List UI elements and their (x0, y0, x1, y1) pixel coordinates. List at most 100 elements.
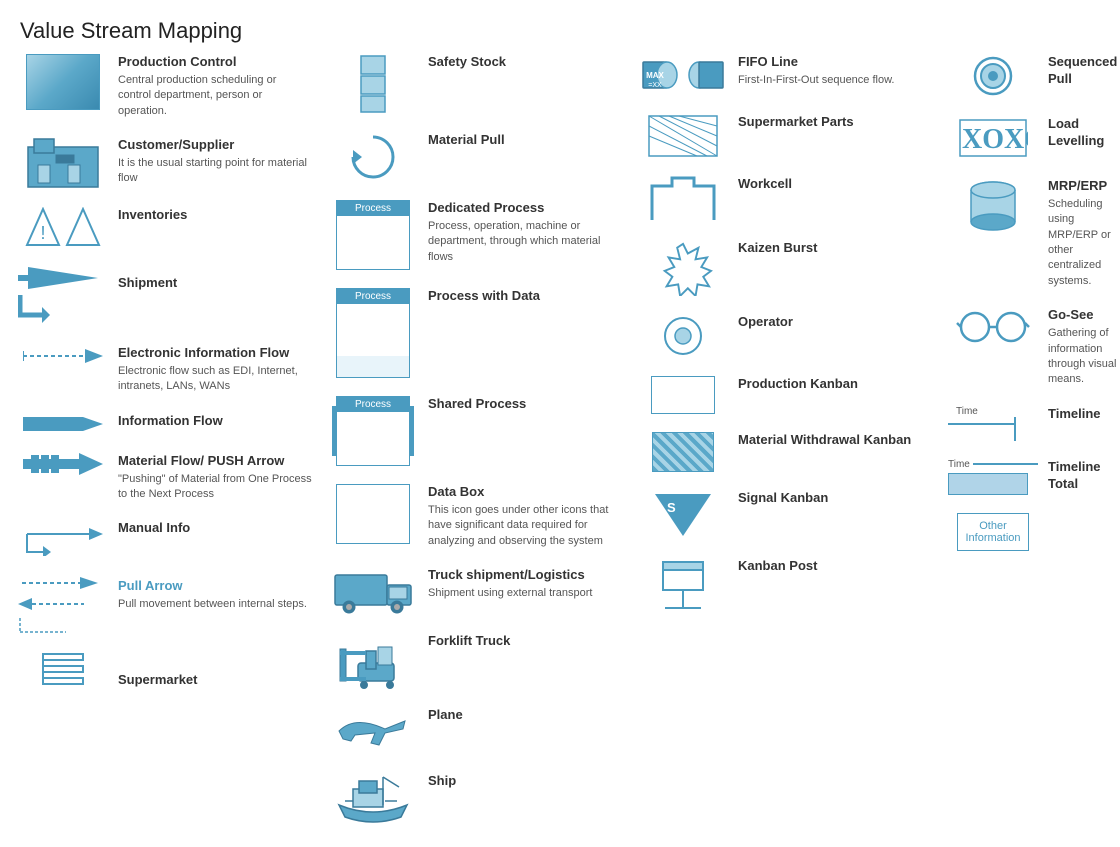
item-material-flow-push: Material Flow/ PUSH Arrow "Pushing" of M… (18, 453, 312, 503)
item-kanban-post: Kanban Post (638, 558, 932, 610)
operator-label: Operator (738, 314, 932, 331)
inventories-icon: ! (18, 207, 108, 249)
material-withdrawal-icon (638, 432, 728, 472)
shared-process-label: Shared Process (428, 396, 622, 413)
page-title: Value Stream Mapping (0, 0, 1120, 54)
timeline-icon: Time (948, 406, 1038, 441)
material-pull-icon (328, 132, 418, 182)
mrp-erp-icon (948, 178, 1038, 234)
item-plane: Plane (328, 707, 622, 755)
ship-icon (328, 773, 418, 829)
process-data-label: Process with Data (428, 288, 622, 305)
go-see-label: Go-See (1048, 307, 1120, 324)
electronic-info-desc: Electronic flow such as EDI, Internet, i… (118, 364, 312, 395)
go-see-icon (948, 307, 1038, 345)
forklift-label: Forklift Truck (428, 633, 622, 650)
truck-label: Truck shipment/Logistics (428, 567, 622, 584)
plane-label: Plane (428, 707, 622, 724)
dedicated-process-label: Dedicated Process (428, 200, 622, 217)
truck-desc: Shipment using external transport (428, 586, 622, 601)
workcell-icon (638, 176, 728, 222)
sequenced-pull-label: Sequenced Pull (1048, 54, 1120, 88)
material-pull-label: Material Pull (428, 132, 622, 149)
electronic-info-label: Electronic Information Flow (118, 345, 312, 362)
safety-stock-icon (328, 54, 418, 114)
item-go-see: Go-See Gathering of information through … (948, 307, 1120, 387)
manual-info-icon (18, 520, 108, 556)
item-signal-kanban: S Signal Kanban (638, 490, 932, 540)
shipment-label: Shipment (118, 275, 312, 292)
information-flow-icon (18, 413, 108, 435)
electronic-info-icon (18, 345, 108, 367)
item-ship: Ship (328, 773, 622, 829)
item-load-levelling: XOXO Load Levelling (948, 116, 1120, 160)
data-box-icon (328, 484, 418, 544)
item-manual-info: Manual Info (18, 520, 312, 556)
customer-supplier-label: Customer/Supplier (118, 137, 312, 154)
item-material-withdrawal: Material Withdrawal Kanban (638, 432, 932, 472)
pull-arrow-icon (18, 574, 108, 634)
information-flow-label: Information Flow (118, 413, 312, 430)
item-kaizen-burst: Kaizen Burst (638, 240, 932, 296)
production-control-icon (18, 54, 108, 110)
item-information-flow: Information Flow (18, 413, 312, 435)
item-material-pull: Material Pull (328, 132, 622, 182)
svg-text:MAX: MAX (646, 71, 664, 80)
item-truck-shipment: Truck shipment/Logistics Shipment using … (328, 567, 622, 615)
timeline-total-label: Timeline Total (1048, 459, 1120, 493)
inventories-label: Inventories (118, 207, 312, 224)
other-info-box: Other Information (957, 513, 1029, 551)
kanban-post-icon (638, 558, 728, 610)
signal-kanban-icon: S (638, 490, 728, 540)
pull-arrow-label: Pull Arrow (118, 578, 312, 595)
item-data-box: Data Box This icon goes under other icon… (328, 484, 622, 549)
load-levelling-label: Load Levelling (1048, 116, 1120, 150)
item-forklift: Forklift Truck (328, 633, 622, 689)
item-production-kanban: Production Kanban (638, 376, 932, 414)
item-workcell: Workcell (638, 176, 932, 222)
material-flow-push-label: Material Flow/ PUSH Arrow (118, 453, 312, 470)
manual-info-label: Manual Info (118, 520, 312, 537)
item-operator: Operator (638, 314, 932, 358)
column-3: MAX =XX FIFO Line First-In-First-Out seq… (630, 54, 940, 847)
supermarket-parts-label: Supermarket Parts (738, 114, 932, 131)
truck-icon (328, 567, 418, 615)
mrp-erp-label: MRP/ERP (1048, 178, 1120, 195)
item-timeline: Time Timeline (948, 406, 1120, 441)
customer-supplier-icon (18, 137, 108, 189)
data-box-desc: This icon goes under other icons that ha… (428, 503, 622, 549)
kanban-post-label: Kanban Post (738, 558, 932, 575)
item-shared-process: Process Shared Process (328, 396, 622, 466)
ship-label: Ship (428, 773, 622, 790)
item-timeline-total: Time Timeline Total (948, 459, 1120, 495)
forklift-icon (328, 633, 418, 689)
fifo-icon: MAX =XX (638, 54, 728, 96)
production-control-label: Production Control (118, 54, 312, 71)
material-flow-push-icon (18, 453, 108, 475)
kaizen-burst-label: Kaizen Burst (738, 240, 932, 257)
item-customer-supplier: Customer/Supplier It is the usual starti… (18, 137, 312, 189)
item-electronic-info: Electronic Information Flow Electronic f… (18, 345, 312, 395)
go-see-desc: Gathering of information through visual … (1048, 326, 1120, 388)
column-1: Production Control Central production sc… (10, 54, 320, 847)
item-pull-arrow: Pull Arrow Pull movement between interna… (18, 574, 312, 634)
production-control-desc: Central production scheduling or control… (118, 73, 312, 119)
svg-text:=XX: =XX (648, 82, 662, 89)
item-mrp-erp: MRP/ERP Scheduling using MRP/ERP or othe… (948, 178, 1120, 289)
operator-icon (638, 314, 728, 358)
supermarket-parts-icon (638, 114, 728, 158)
main-grid: Production Control Central production sc… (0, 54, 1120, 847)
supermarket-label: Supermarket (118, 672, 312, 689)
pull-arrow-desc: Pull movement between internal steps. (118, 597, 312, 612)
item-inventories: ! Inventories (18, 207, 312, 249)
other-info-icon: Other Information (948, 513, 1038, 551)
item-supermarket-parts: Supermarket Parts (638, 114, 932, 158)
signal-kanban-label: Signal Kanban (738, 490, 932, 507)
shared-process-icon: Process (328, 396, 418, 466)
timeline-label: Timeline (1048, 406, 1120, 423)
production-kanban-label: Production Kanban (738, 376, 932, 393)
item-safety-stock: Safety Stock (328, 54, 622, 114)
plane-icon (328, 707, 418, 755)
column-4: Sequenced Pull XOXO Load Levelling (940, 54, 1120, 847)
item-shipment: Shipment (18, 267, 312, 327)
